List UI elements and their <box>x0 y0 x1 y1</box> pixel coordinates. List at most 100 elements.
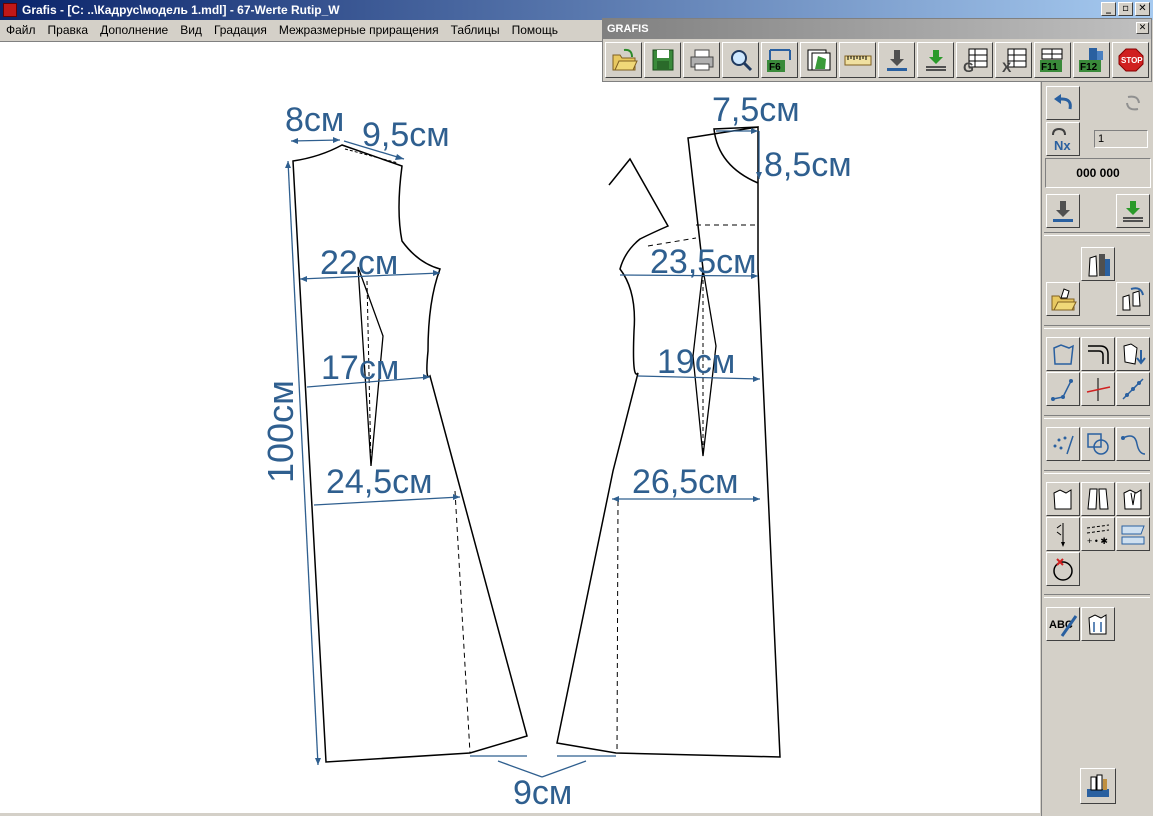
separator <box>1044 415 1150 419</box>
f12-button[interactable]: F12 <box>1073 42 1110 78</box>
nx-button[interactable]: Nx <box>1046 122 1080 156</box>
label-front-waist: 19см <box>657 343 735 381</box>
piece-split-button[interactable] <box>1081 482 1115 516</box>
pattern-drawing: 8см 9,5см 7,5см 8,5см 22см 23,5см 17см 1… <box>260 91 852 812</box>
delete-circle-icon <box>1053 558 1073 581</box>
shapes-button[interactable] <box>1081 427 1115 461</box>
counter-display: 000 000 <box>1045 158 1151 188</box>
menu-tables[interactable]: Таблицы <box>445 23 506 37</box>
production-button[interactable] <box>1080 768 1116 804</box>
table-g-button[interactable]: G <box>956 42 993 78</box>
f11-button[interactable]: F11 <box>1034 42 1071 78</box>
piece-edit-icon <box>1053 489 1072 510</box>
open-button[interactable] <box>605 42 642 78</box>
toolbar-titlebar[interactable]: GRAFIS ✕ <box>603 19 1151 39</box>
seam-allowance-button[interactable] <box>1116 517 1150 551</box>
menu-addition[interactable]: Дополнение <box>94 23 174 37</box>
copy-pieces-icon <box>1122 287 1144 311</box>
line-point-icon <box>1051 379 1073 401</box>
divide-line-button[interactable] <box>1116 372 1150 406</box>
f6-icon: F6 <box>766 49 791 73</box>
redo-button[interactable] <box>1116 86 1150 120</box>
label-front-chest: 23,5см <box>650 243 757 281</box>
f6-button[interactable]: F6 <box>761 42 798 78</box>
piece-down-button[interactable] <box>1116 337 1150 371</box>
print-button[interactable] <box>683 42 720 78</box>
sew-button[interactable] <box>1046 517 1080 551</box>
svg-text:F12: F12 <box>1080 62 1098 73</box>
undo-button[interactable] <box>1046 86 1080 120</box>
piece-edit-button[interactable] <box>1046 482 1080 516</box>
toolbar-close-button[interactable]: ✕ <box>1136 22 1149 34</box>
open-pieces-button[interactable] <box>1046 282 1080 316</box>
curve-icon <box>1121 435 1146 455</box>
parallel-button[interactable] <box>1081 337 1115 371</box>
ruler-button[interactable] <box>839 42 876 78</box>
svg-text:STOP: STOP <box>1121 56 1143 65</box>
menu-help[interactable]: Помощь <box>506 23 564 37</box>
menu-file[interactable]: Файл <box>0 23 42 37</box>
seam-marks-button[interactable]: + • ✱ <box>1081 517 1115 551</box>
svg-text:X: X <box>1002 59 1012 74</box>
separator <box>1044 594 1150 598</box>
save-icon <box>652 49 673 71</box>
delete-piece-button[interactable] <box>1046 552 1080 586</box>
back-outline <box>292 144 528 763</box>
window-title: Grafis - [C: ..\Кадрус\модель 1.mdl] - 6… <box>22 3 340 17</box>
grafis-toolbar: GRAFIS ✕ F6 G X F11 F12 STOP <box>602 18 1152 82</box>
table-x-button[interactable]: X <box>995 42 1032 78</box>
pages-icon <box>807 49 830 71</box>
dimension-arrowheads <box>285 128 762 765</box>
close-button[interactable]: ✕ <box>1135 2 1150 16</box>
line-point-button[interactable] <box>1046 372 1080 406</box>
label-back-shoulder: 9,5см <box>362 116 450 154</box>
menu-view[interactable]: Вид <box>174 23 208 37</box>
label-front-hip: 26,5см <box>632 463 739 501</box>
undo-icon <box>1054 94 1072 110</box>
ruler-icon <box>844 55 871 66</box>
insert-green-button[interactable] <box>917 42 954 78</box>
text-button[interactable]: ABC <box>1046 607 1080 641</box>
minimize-button[interactable]: _ <box>1101 2 1116 16</box>
down-insert-button[interactable] <box>1046 194 1080 228</box>
text-abc-icon: ABC <box>1049 615 1078 637</box>
restore-button[interactable]: ▫ <box>1118 2 1133 16</box>
svg-text:F6: F6 <box>769 62 781 73</box>
curve-button[interactable] <box>1116 427 1150 461</box>
svg-text:+ • ✱: + • ✱ <box>1087 536 1108 546</box>
outline-icon <box>1053 344 1074 365</box>
pieces-icon <box>1088 254 1110 277</box>
outline-button[interactable] <box>1046 337 1080 371</box>
front-outline-b <box>557 127 765 758</box>
copy-pieces-button[interactable] <box>1116 282 1150 316</box>
back-hip-line <box>454 490 471 754</box>
points-icon <box>1053 435 1074 455</box>
stop-button[interactable]: STOP <box>1112 42 1149 78</box>
piece-down-icon <box>1123 343 1146 365</box>
label-back-neck-width: 8см <box>285 101 344 139</box>
nx-input[interactable]: 1 <box>1094 130 1148 148</box>
table-x-icon: X <box>1002 48 1026 74</box>
svg-text:Nx: Nx <box>1054 138 1071 153</box>
insert-button[interactable] <box>878 42 915 78</box>
print-icon <box>690 49 713 71</box>
separator <box>1044 325 1150 329</box>
label-length: 100см <box>260 380 301 483</box>
points-button[interactable] <box>1046 427 1080 461</box>
green-insert-button[interactable] <box>1116 194 1150 228</box>
f11-icon: F11 <box>1039 48 1062 73</box>
pieces-button[interactable] <box>1081 247 1115 281</box>
piece-label-button[interactable] <box>1081 607 1115 641</box>
zoom-button[interactable] <box>722 42 759 78</box>
nx-icon: Nx <box>1052 127 1071 153</box>
save-button[interactable] <box>644 42 681 78</box>
pages-button[interactable] <box>800 42 837 78</box>
tool-panel: Nx 1 000 000 + • ✱ ABC <box>1041 82 1153 816</box>
intersect-button[interactable] <box>1081 372 1115 406</box>
menu-edit[interactable]: Правка <box>42 23 95 37</box>
menu-intersize-increments[interactable]: Межразмерные приращения <box>273 23 445 37</box>
insert-down-icon <box>1053 201 1073 222</box>
drawing-canvas[interactable]: 8см 9,5см 7,5см 8,5см 22см 23,5см 17см 1… <box>0 41 1040 814</box>
piece-dart-button[interactable] <box>1116 482 1150 516</box>
menu-grading[interactable]: Градация <box>208 23 273 37</box>
